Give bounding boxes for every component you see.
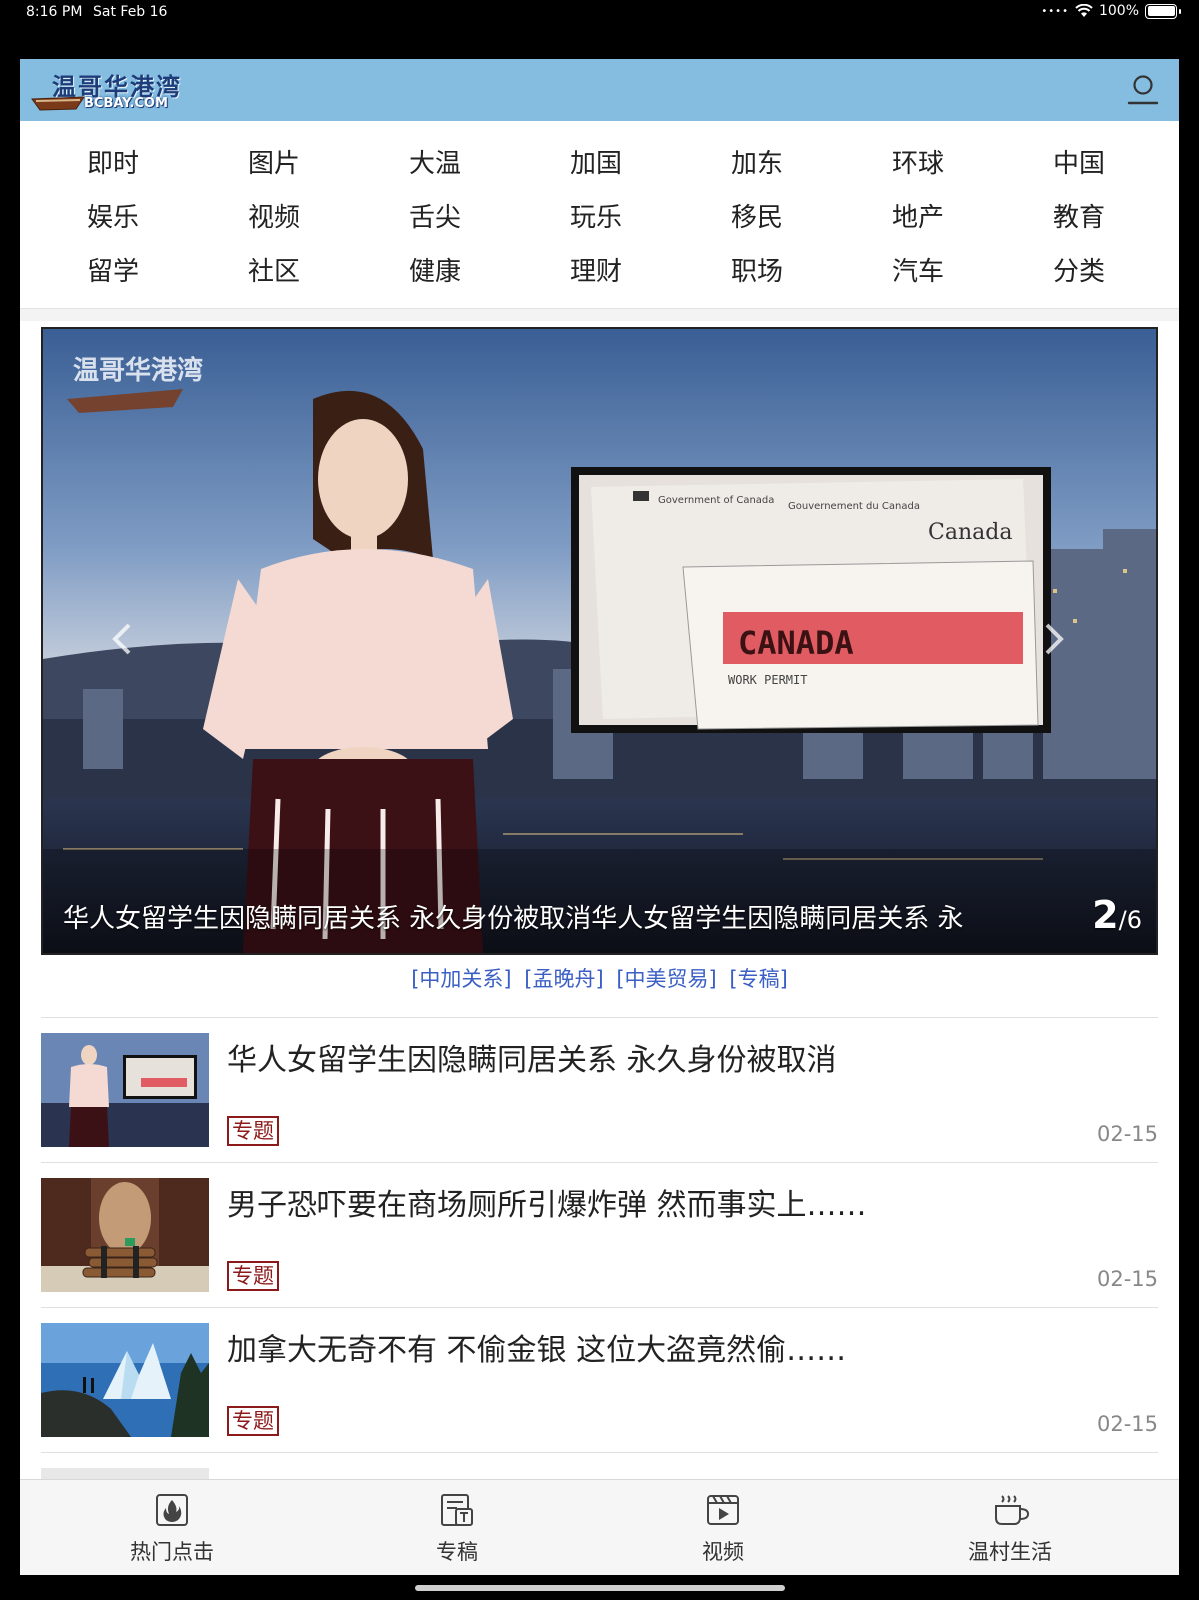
fire-icon bbox=[156, 1494, 188, 1526]
nav-item-大温[interactable]: 大温 bbox=[375, 143, 495, 180]
status-indicators: •••• 100% bbox=[1041, 3, 1181, 19]
nav-item-健康[interactable]: 健康 bbox=[375, 251, 495, 288]
nav-item-视频[interactable]: 视频 bbox=[214, 197, 334, 234]
nav-item-加国[interactable]: 加国 bbox=[536, 143, 656, 180]
list-item[interactable]: 加拿大无奇不有 不偷金银 这位大盗竟然偷…… 专题 02-15 bbox=[41, 1307, 1158, 1452]
hero-carousel[interactable]: 温哥华港湾 Government of Canada Gouvernement … bbox=[41, 327, 1158, 955]
hero-permit-text: WORK PERMIT bbox=[728, 673, 807, 687]
nav-item-留学[interactable]: 留学 bbox=[53, 251, 173, 288]
section-divider bbox=[20, 309, 1179, 321]
carousel-next-icon[interactable] bbox=[1039, 619, 1069, 659]
tab-hot-clicks[interactable]: 热门点击 bbox=[92, 1480, 252, 1575]
nav-item-分类[interactable]: 分类 bbox=[1019, 251, 1139, 288]
wifi-icon bbox=[1075, 4, 1093, 17]
article-title[interactable]: 男子恐吓要在商场厕所引爆炸弹 然而事实上…… bbox=[227, 1180, 867, 1224]
bottom-tab-bar: 热门点击 专稿 视频 温村生活 bbox=[20, 1479, 1179, 1575]
tab-label: 热门点击 bbox=[130, 1540, 214, 1564]
article-thumbnail[interactable] bbox=[41, 1178, 209, 1292]
battery-percent: 100% bbox=[1098, 3, 1139, 19]
battery-icon bbox=[1145, 3, 1181, 19]
topic-badge: 专题 bbox=[227, 1261, 279, 1291]
carousel-page-separator: / bbox=[1118, 906, 1127, 934]
nav-item-移民[interactable]: 移民 bbox=[697, 197, 817, 234]
cellular-dots-icon: •••• bbox=[1041, 5, 1069, 17]
app-window: 温哥华港湾 BCBAY.COM 即时 图片 大温 加国 加东 环球 中国 娱乐 … bbox=[20, 59, 1179, 1575]
hero-stamp-text: CANADA bbox=[738, 624, 854, 662]
topic-badge: 专题 bbox=[227, 1406, 279, 1436]
site-logo[interactable]: 温哥华港湾 BCBAY.COM bbox=[26, 63, 231, 119]
hero-gov-fr: Gouvernement du Canada bbox=[788, 501, 920, 512]
nav-item-玩乐[interactable]: 玩乐 bbox=[536, 197, 656, 234]
article-title[interactable]: 华人女留学生因隐瞒同居关系 永久身份被取消 bbox=[227, 1035, 837, 1079]
header-bar: 温哥华港湾 BCBAY.COM bbox=[20, 59, 1179, 121]
nav-item-舌尖[interactable]: 舌尖 bbox=[375, 197, 495, 234]
topic-badge: 专题 bbox=[227, 1116, 279, 1146]
article-date: 02-15 bbox=[1096, 1122, 1158, 1146]
list-item[interactable]: 男子恐吓要在商场厕所引爆炸弹 然而事实上…… 专题 02-15 bbox=[41, 1162, 1158, 1307]
hero-caption[interactable]: 华人女留学生因隐瞒同居关系 永久身份被取消华人女留学生因隐瞒同居关系 永 bbox=[63, 898, 1063, 935]
nav-item-加东[interactable]: 加东 bbox=[697, 143, 817, 180]
carousel-page-total: 6 bbox=[1126, 906, 1142, 934]
hero-gov-en: Government of Canada bbox=[658, 495, 774, 506]
coffee-cup-icon bbox=[995, 1495, 1030, 1525]
tab-label: 温村生活 bbox=[968, 1540, 1052, 1564]
nav-item-中国[interactable]: 中国 bbox=[1019, 143, 1139, 180]
video-icon bbox=[707, 1495, 739, 1525]
hero-image: 温哥华港湾 Government of Canada Gouvernement … bbox=[43, 329, 1156, 953]
document-icon bbox=[441, 1494, 473, 1526]
tag-link[interactable]: [孟晚舟] bbox=[524, 967, 603, 991]
tab-label: 视频 bbox=[702, 1540, 744, 1564]
nav-item-即时[interactable]: 即时 bbox=[53, 143, 173, 180]
status-bar: 8:16 PM Sat Feb 16 •••• 100% bbox=[0, 0, 1199, 26]
tag-link[interactable]: [中美贸易] bbox=[616, 967, 716, 991]
nav-item-教育[interactable]: 教育 bbox=[1019, 197, 1139, 234]
tab-special-articles[interactable]: 专稿 bbox=[377, 1480, 537, 1575]
carousel-page-indicator: 2/6 bbox=[1092, 893, 1142, 937]
carousel-page-current: 2 bbox=[1092, 893, 1119, 937]
nav-item-地产[interactable]: 地产 bbox=[858, 197, 978, 234]
nav-item-理财[interactable]: 理财 bbox=[536, 251, 656, 288]
tab-local-life[interactable]: 温村生活 bbox=[930, 1480, 1090, 1575]
home-indicator[interactable] bbox=[415, 1585, 785, 1591]
logo-english: BCBAY.COM bbox=[84, 96, 168, 111]
tag-link[interactable]: [专稿] bbox=[729, 967, 787, 991]
user-profile-icon[interactable] bbox=[1125, 72, 1161, 108]
boat-icon bbox=[31, 96, 85, 111]
category-nav: 即时 图片 大温 加国 加东 环球 中国 娱乐 视频 舌尖 玩乐 移民 地产 教… bbox=[20, 121, 1179, 309]
article-thumbnail[interactable] bbox=[41, 1323, 209, 1437]
nav-item-汽车[interactable]: 汽车 bbox=[858, 251, 978, 288]
nav-item-娱乐[interactable]: 娱乐 bbox=[53, 197, 173, 234]
article-thumbnail[interactable] bbox=[41, 1033, 209, 1147]
list-item[interactable]: 华人女留学生因隐瞒同居关系 永久身份被取消 专题 02-15 bbox=[41, 1017, 1158, 1162]
nav-item-社区[interactable]: 社区 bbox=[214, 251, 334, 288]
article-title[interactable]: 加拿大无奇不有 不偷金银 这位大盗竟然偷…… bbox=[227, 1325, 846, 1369]
nav-item-环球[interactable]: 环球 bbox=[858, 143, 978, 180]
nav-item-图片[interactable]: 图片 bbox=[214, 143, 334, 180]
article-date: 02-15 bbox=[1096, 1267, 1158, 1291]
hero-canada-wordmark: Canada bbox=[928, 520, 1012, 545]
tab-video[interactable]: 视频 bbox=[643, 1480, 803, 1575]
status-date: Sat Feb 16 bbox=[93, 4, 168, 20]
carousel-prev-icon[interactable] bbox=[107, 619, 137, 659]
hero-watermark: 温哥华港湾 bbox=[73, 355, 203, 386]
nav-item-职场[interactable]: 职场 bbox=[697, 251, 817, 288]
status-time: 8:16 PM bbox=[26, 4, 83, 20]
topic-tags: [中加关系] [孟晚舟] [中美贸易] [专稿] bbox=[20, 963, 1179, 993]
tab-label: 专稿 bbox=[436, 1540, 478, 1564]
tag-link[interactable]: [中加关系] bbox=[411, 967, 511, 991]
article-date: 02-15 bbox=[1096, 1412, 1158, 1436]
